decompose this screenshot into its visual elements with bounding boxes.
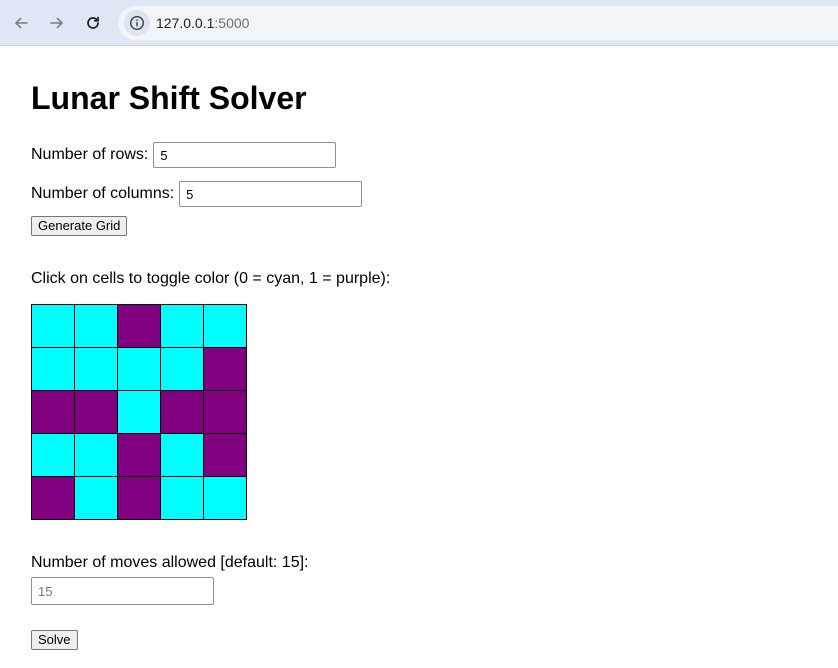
grid-cell[interactable] bbox=[75, 305, 118, 348]
forward-button[interactable] bbox=[45, 11, 69, 35]
grid-cell[interactable] bbox=[204, 391, 247, 434]
grid-cell[interactable] bbox=[161, 477, 204, 520]
page-title: Lunar Shift Solver bbox=[31, 80, 307, 116]
generate-grid-button[interactable]: Generate Grid bbox=[31, 216, 128, 236]
moves-label: Number of moves allowed [default: 15]: bbox=[31, 554, 309, 571]
arrow-left-icon bbox=[15, 17, 28, 29]
grid-cell[interactable] bbox=[118, 348, 161, 391]
grid-cell[interactable] bbox=[118, 477, 161, 520]
url-host: 127.0.0.1 bbox=[156, 15, 215, 31]
back-button[interactable] bbox=[9, 11, 33, 35]
url-text: 127.0.0.1:5000 bbox=[156, 15, 249, 31]
grid-cell[interactable] bbox=[32, 434, 75, 477]
grid-cell[interactable] bbox=[161, 348, 204, 391]
grid-cell[interactable] bbox=[161, 434, 204, 477]
grid-cell[interactable] bbox=[32, 391, 75, 434]
moves-input[interactable] bbox=[31, 577, 214, 605]
toggle-grid bbox=[31, 304, 247, 520]
columns-label: Number of columns: bbox=[31, 185, 175, 202]
columns-field-row: Number of columns: bbox=[31, 181, 363, 207]
address-bar[interactable]: 127.0.0.1:5000 bbox=[118, 6, 838, 40]
reload-button[interactable] bbox=[81, 11, 105, 35]
grid-cell[interactable] bbox=[32, 477, 75, 520]
url-port: :5000 bbox=[214, 15, 250, 31]
grid-cell[interactable] bbox=[161, 305, 204, 348]
grid-cell[interactable] bbox=[204, 348, 247, 391]
rows-label: Number of rows: bbox=[31, 146, 149, 163]
grid-cell[interactable] bbox=[118, 434, 161, 477]
rows-input[interactable] bbox=[153, 142, 337, 168]
grid-cell[interactable] bbox=[32, 348, 75, 391]
grid-cell[interactable] bbox=[32, 305, 75, 348]
grid-cell[interactable] bbox=[204, 434, 247, 477]
grid-cell[interactable] bbox=[161, 391, 204, 434]
columns-input[interactable] bbox=[179, 181, 363, 207]
grid-cell[interactable] bbox=[75, 348, 118, 391]
browser-toolbar: 127.0.0.1:5000 bbox=[0, 0, 838, 46]
info-icon[interactable] bbox=[124, 10, 150, 36]
reload-icon bbox=[87, 16, 99, 29]
grid-cell[interactable] bbox=[204, 305, 247, 348]
grid-cell[interactable] bbox=[75, 434, 118, 477]
grid-cell[interactable] bbox=[204, 477, 247, 520]
grid-cell[interactable] bbox=[118, 305, 161, 348]
grid-cell[interactable] bbox=[118, 391, 161, 434]
arrow-right-icon bbox=[50, 17, 63, 29]
grid-cell[interactable] bbox=[75, 391, 118, 434]
grid-instruction: Click on cells to toggle color (0 = cyan… bbox=[31, 270, 391, 287]
rows-field-row: Number of rows: bbox=[31, 142, 337, 168]
grid-cell[interactable] bbox=[75, 477, 118, 520]
solve-button[interactable]: Solve bbox=[31, 630, 78, 650]
